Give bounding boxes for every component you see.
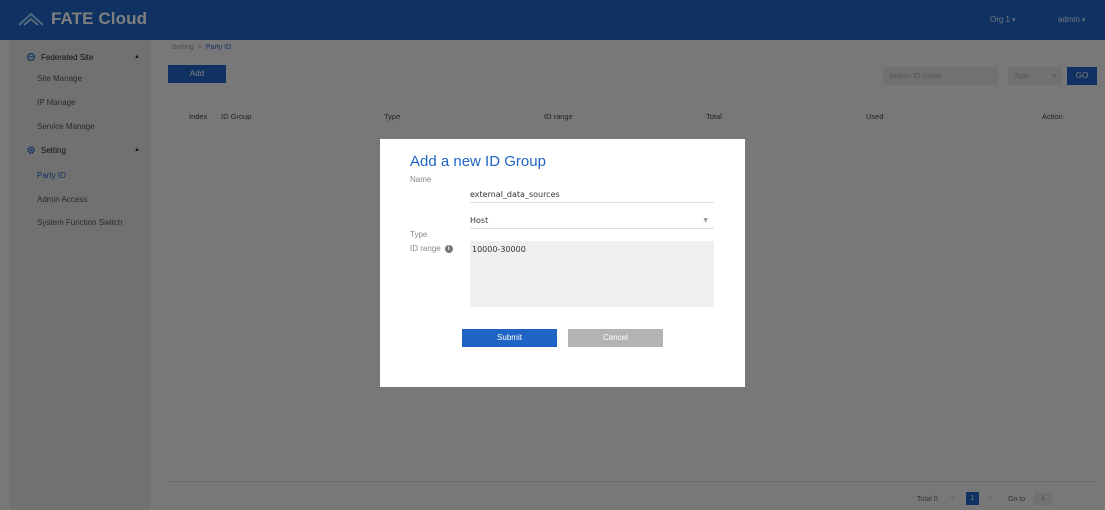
id-range-label-wrap: ID range i: [410, 244, 453, 253]
add-id-group-dialog: Add a new ID Group Name Type Host ▼ ID r…: [380, 139, 745, 387]
name-label: Name: [410, 175, 432, 184]
type-select-value: Host: [470, 216, 489, 225]
id-range-textarea[interactable]: 10000-30000: [470, 241, 714, 307]
type-label: Type: [410, 230, 428, 239]
submit-button[interactable]: Submit: [462, 329, 557, 347]
cancel-button[interactable]: Cancel: [568, 329, 663, 347]
name-input[interactable]: [470, 187, 714, 203]
type-select[interactable]: Host ▼: [470, 213, 714, 229]
dialog-title: Add a new ID Group: [410, 153, 546, 170]
info-icon[interactable]: i: [444, 244, 453, 253]
id-range-label: ID range: [410, 244, 441, 253]
caret-down-icon: ▼: [703, 217, 708, 224]
